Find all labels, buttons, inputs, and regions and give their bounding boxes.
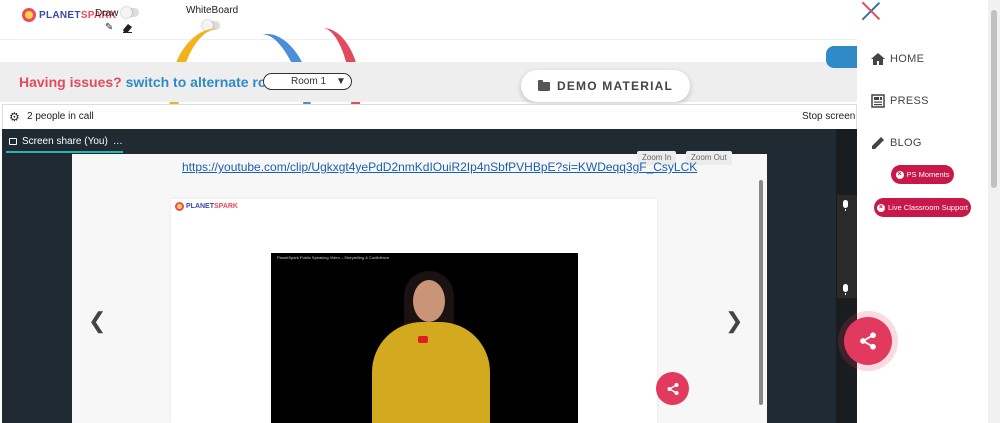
share-button-small[interactable]: [656, 372, 689, 405]
people-count[interactable]: 2 people in call: [27, 111, 94, 122]
chat-bubble-icon[interactable]: [826, 46, 857, 68]
share-left-gutter: [2, 154, 72, 423]
whiteboard-label: WhiteBoard: [186, 5, 239, 16]
nav-press[interactable]: PRESS: [870, 93, 929, 109]
ps-moments-label: PS Moments: [906, 170, 950, 179]
live-support-label: Live Classroom Support: [887, 203, 969, 212]
home-icon: [871, 53, 885, 65]
shared-scrollbar[interactable]: [759, 180, 763, 405]
chevron-left-icon[interactable]: ❮: [88, 308, 106, 334]
nav-blog-label: BLOG: [890, 137, 922, 149]
room-select-value: Room 1: [291, 76, 327, 87]
logo-mark-icon: [22, 8, 36, 22]
chevron-right-icon[interactable]: ❯: [725, 308, 743, 334]
issue-label: Having issues?: [19, 74, 122, 90]
nav-press-label: PRESS: [890, 95, 929, 107]
live-support-button[interactable]: × Live Classroom Support: [874, 198, 971, 217]
more-options-icon[interactable]: …: [113, 136, 123, 147]
mic-icon: [843, 284, 848, 295]
call-header: [2, 104, 857, 129]
draw-label: Draw: [95, 8, 119, 19]
issue-message: Having issues? switch to alternate room: [19, 74, 287, 90]
card-logo-text-planet: PLANET: [186, 203, 214, 210]
video-person-body: [372, 322, 490, 423]
nav-home-label: HOME: [890, 53, 925, 65]
screen-share-icon: [9, 138, 17, 145]
pencil-icon[interactable]: ✎: [105, 23, 113, 33]
nav-home[interactable]: HOME: [870, 51, 924, 67]
pencil-edit-icon: [872, 137, 884, 149]
active-tab-indicator: [6, 151, 123, 153]
card-logo: PLANETSPARK: [175, 202, 238, 211]
close-circle-icon: ×: [895, 170, 904, 179]
share-button[interactable]: [844, 317, 892, 365]
close-icon[interactable]: [860, 0, 882, 22]
stop-screen-button[interactable]: Stop screen: [802, 111, 855, 122]
gear-icon[interactable]: ⚙: [9, 110, 20, 124]
share-right-gutter: [767, 154, 836, 423]
demo-material-label: DEMO MATERIAL: [556, 79, 674, 93]
folder-icon: [537, 79, 550, 91]
newspaper-icon: [871, 94, 885, 108]
video-person-face: [413, 280, 445, 322]
card-logo-mark-icon: [175, 202, 184, 211]
draw-toggle[interactable]: [121, 7, 139, 18]
video-title: PlanetSpark Public Speaking Video – Stor…: [277, 255, 390, 260]
youtube-icon: [418, 336, 428, 343]
page-scrollbar-thumb[interactable]: [991, 10, 997, 188]
logo-text-planet: PLANET: [39, 9, 81, 21]
mic-icon: [843, 200, 848, 211]
card-logo-text-spark: SPARK: [214, 203, 238, 210]
ps-moments-button[interactable]: × PS Moments: [891, 165, 954, 184]
room-select[interactable]: Room 1 ▼: [263, 73, 352, 90]
caret-down-icon: ▼: [336, 76, 346, 87]
demo-material-button[interactable]: DEMO MATERIAL: [521, 70, 690, 102]
eraser-icon[interactable]: [122, 22, 133, 36]
participant-tile[interactable]: [837, 195, 857, 298]
nav-blog[interactable]: BLOG: [870, 135, 922, 151]
tab-screen-share[interactable]: Screen share (You) …: [9, 136, 123, 147]
share-icon: [667, 382, 678, 395]
tab-screen-share-label: Screen share (You): [22, 136, 108, 147]
share-icon: [860, 332, 876, 350]
close-circle-icon: ×: [876, 203, 885, 212]
youtube-link[interactable]: https://youtube.com/clip/Ugkxgt4yePdD2nm…: [182, 160, 697, 174]
